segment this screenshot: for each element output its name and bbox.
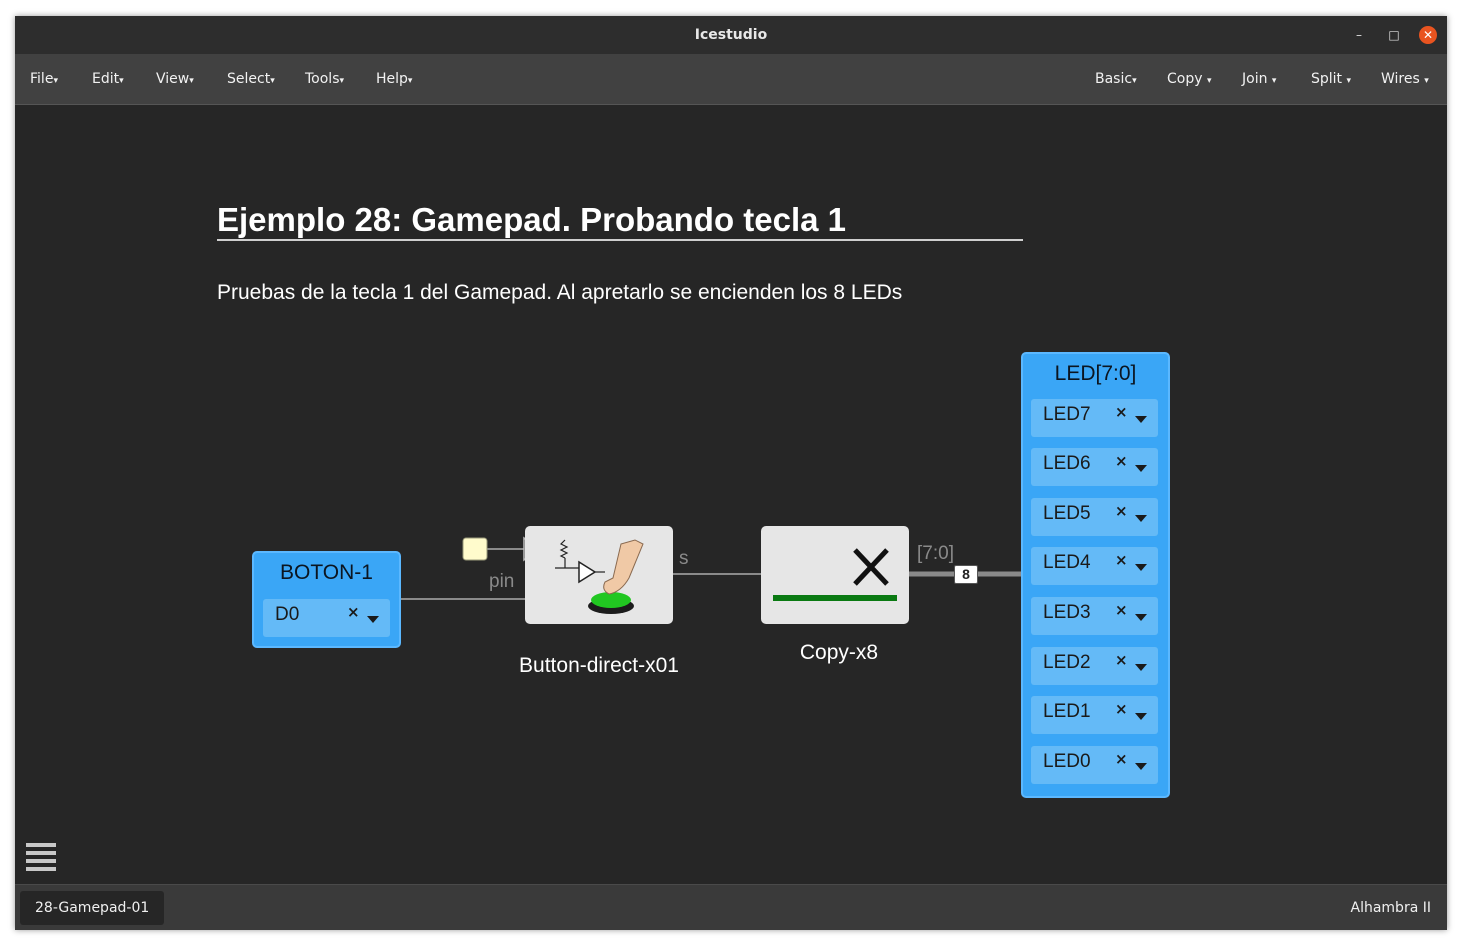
menu-help[interactable]: Help▾ bbox=[376, 54, 412, 104]
chevron-down-icon[interactable] bbox=[1135, 763, 1147, 770]
caret-down-icon: ▾ bbox=[1424, 76, 1429, 86]
board-name[interactable]: Alhambra II bbox=[1351, 885, 1432, 930]
caret-down-icon: ▾ bbox=[53, 76, 58, 86]
button-block-label: Button-direct-x01 bbox=[519, 654, 679, 677]
pin-label: LED1 bbox=[1043, 701, 1091, 722]
bus-width-badge: 8 bbox=[954, 565, 978, 584]
title-bar: Icestudio – □ ✕ bbox=[15, 16, 1447, 54]
pin-selector[interactable]: LED6 × bbox=[1031, 448, 1158, 486]
menu-wires[interactable]: Wires ▾ bbox=[1381, 54, 1429, 104]
menu-view[interactable]: View▾ bbox=[156, 54, 194, 104]
menu-label: Select bbox=[227, 71, 271, 87]
chevron-down-icon[interactable] bbox=[367, 616, 379, 623]
input-block-name: BOTON-1 bbox=[280, 561, 373, 584]
pin-selector[interactable]: LED5 × bbox=[1031, 498, 1158, 536]
remove-pin-icon[interactable]: × bbox=[1115, 700, 1128, 718]
chevron-down-icon[interactable] bbox=[1135, 614, 1147, 621]
menu-split[interactable]: Split ▾ bbox=[1311, 54, 1351, 104]
remove-pin-icon[interactable]: × bbox=[1115, 750, 1128, 768]
remove-pin-icon[interactable]: × bbox=[1115, 502, 1128, 520]
chevron-down-icon[interactable] bbox=[1135, 713, 1147, 720]
design-canvas[interactable]: Ejemplo 28: Gamepad. Probando tecla 1 Pr… bbox=[15, 105, 1447, 884]
remove-pin-icon[interactable]: × bbox=[1115, 651, 1128, 669]
copy-x-icon bbox=[773, 548, 897, 601]
chevron-down-icon[interactable] bbox=[1135, 416, 1147, 423]
chevron-down-icon[interactable] bbox=[1135, 664, 1147, 671]
remove-pin-icon[interactable]: × bbox=[1115, 452, 1128, 470]
chevron-down-icon[interactable] bbox=[1135, 515, 1147, 522]
output-block-led[interactable]: LED[7:0] LED7 × LED6 × LED5 × LED4 × LED… bbox=[1021, 352, 1170, 798]
menu-label: Split bbox=[1311, 71, 1343, 87]
menu-label: Edit bbox=[92, 71, 120, 87]
caret-down-icon: ▾ bbox=[1132, 76, 1137, 86]
remove-pin-icon[interactable]: × bbox=[1115, 403, 1128, 421]
remove-pin-icon[interactable]: × bbox=[1115, 551, 1128, 569]
window-title: Icestudio bbox=[694, 27, 768, 43]
wire-layer bbox=[400, 536, 1022, 600]
menu-bar: File▾ Edit▾ View▾ Select▾ Tools▾ Help▾ B… bbox=[15, 54, 1447, 105]
menu-tools[interactable]: Tools▾ bbox=[305, 54, 344, 104]
pin-selector[interactable]: LED4 × bbox=[1031, 547, 1158, 585]
pin-label: LED4 bbox=[1043, 552, 1091, 573]
menu-label: File bbox=[30, 71, 54, 87]
copy-block-label: Copy-x8 bbox=[799, 641, 879, 664]
pin-label: LED2 bbox=[1043, 652, 1091, 673]
close-button[interactable]: ✕ bbox=[1419, 26, 1437, 44]
status-bar: 28-Gamepad-01 Alhambra II bbox=[15, 884, 1447, 930]
port-label-pin: pin bbox=[489, 571, 515, 592]
pin-label: LED3 bbox=[1043, 602, 1091, 623]
caret-down-icon: ▾ bbox=[407, 76, 413, 86]
pin-label: LED5 bbox=[1043, 503, 1091, 524]
pin-selector[interactable]: LED7 × bbox=[1031, 399, 1158, 437]
menu-label: Basic bbox=[1095, 71, 1133, 87]
menu-basic[interactable]: Basic▾ bbox=[1095, 54, 1137, 104]
menu-copy[interactable]: Copy ▾ bbox=[1167, 54, 1212, 104]
caret-down-icon: ▾ bbox=[1206, 76, 1212, 86]
menu-file[interactable]: File▾ bbox=[30, 54, 58, 104]
minimize-button[interactable]: – bbox=[1350, 26, 1368, 44]
copy-block[interactable] bbox=[761, 526, 909, 624]
remove-pin-icon[interactable]: × bbox=[347, 603, 360, 621]
remove-pin-icon[interactable]: × bbox=[1115, 601, 1128, 619]
pin-selector[interactable]: D0 × bbox=[263, 599, 390, 637]
menu-label: Help bbox=[376, 71, 408, 87]
hamburger-menu-icon[interactable] bbox=[26, 843, 56, 871]
pin-selector[interactable]: LED3 × bbox=[1031, 597, 1158, 635]
pin-selector[interactable]: LED2 × bbox=[1031, 647, 1158, 685]
output-block-name: LED[7:0] bbox=[1054, 362, 1137, 385]
menu-label: Wires bbox=[1381, 71, 1420, 87]
caret-down-icon: ▾ bbox=[1271, 76, 1277, 86]
caret-down-icon: ▾ bbox=[270, 76, 275, 86]
menu-edit[interactable]: Edit▾ bbox=[92, 54, 124, 104]
caret-down-icon: ▾ bbox=[119, 76, 124, 86]
button-direct-block[interactable] bbox=[525, 526, 673, 624]
pin-selector[interactable]: LED1 × bbox=[1031, 696, 1158, 734]
pin-label: LED7 bbox=[1043, 404, 1091, 425]
icestudio-window: Icestudio – □ ✕ File▾ Edit▾ View▾ Select… bbox=[15, 16, 1447, 930]
caret-down-icon: ▾ bbox=[339, 76, 345, 86]
chevron-down-icon[interactable] bbox=[1135, 564, 1147, 571]
input-block-boton[interactable]: BOTON-1 D0 × bbox=[252, 551, 401, 648]
port-label-bus: [7:0] bbox=[917, 543, 954, 564]
chevron-down-icon[interactable] bbox=[1135, 465, 1147, 472]
caret-down-icon: ▾ bbox=[1346, 76, 1352, 86]
menu-label: View bbox=[156, 71, 190, 87]
maximize-button[interactable]: □ bbox=[1385, 26, 1403, 44]
constant-input-box[interactable] bbox=[462, 537, 488, 561]
menu-join[interactable]: Join ▾ bbox=[1242, 54, 1276, 104]
pin-label: LED6 bbox=[1043, 453, 1091, 474]
menu-label: Tools bbox=[305, 71, 340, 87]
port-label-s: s bbox=[679, 548, 689, 569]
file-tab[interactable]: 28-Gamepad-01 bbox=[20, 891, 165, 925]
pin-selector[interactable]: LED0 × bbox=[1031, 746, 1158, 784]
caret-down-icon: ▾ bbox=[189, 76, 194, 86]
pin-label: D0 bbox=[275, 604, 300, 625]
pin-label: LED0 bbox=[1043, 751, 1091, 772]
button-press-icon bbox=[555, 539, 644, 614]
menu-select[interactable]: Select▾ bbox=[227, 54, 275, 104]
menu-label: Copy bbox=[1167, 71, 1203, 87]
menu-label: Join bbox=[1242, 71, 1268, 87]
